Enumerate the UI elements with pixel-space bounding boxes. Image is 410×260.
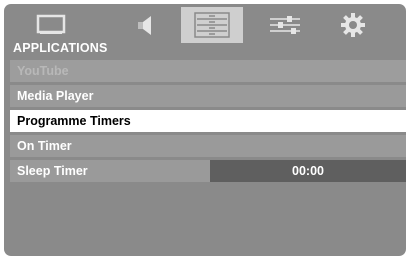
menu-item-media-player[interactable]: Media Player: [10, 85, 406, 107]
list-icon: [194, 12, 230, 38]
sliders-icon: [270, 16, 300, 34]
tab-settings[interactable]: [322, 7, 384, 43]
menu-item-label: On Timer: [17, 139, 72, 153]
gear-icon: [341, 13, 365, 37]
menu-item-on-timer[interactable]: On Timer: [10, 135, 406, 157]
tv-screen-icon: [36, 14, 66, 34]
section-title: APPLICATIONS: [13, 41, 108, 55]
tab-sound[interactable]: [114, 7, 176, 43]
menu-item-programme-timers[interactable]: Programme Timers: [10, 110, 406, 132]
tab-setup[interactable]: [254, 7, 316, 43]
menu-item-label: Sleep Timer: [17, 164, 88, 178]
menu-item-sleep-timer[interactable]: Sleep Timer 00:00: [10, 160, 406, 182]
sleep-timer-value[interactable]: 00:00: [210, 160, 406, 182]
menu-item-youtube[interactable]: YouTube: [10, 60, 406, 82]
tab-bar: [4, 4, 406, 44]
applications-menu: YouTube Media Player Programme Timers On…: [10, 60, 406, 185]
menu-screen: APPLICATIONS YouTube Media Player Progra…: [4, 4, 406, 256]
tab-applications[interactable]: [181, 7, 243, 43]
speaker-icon: [138, 16, 151, 35]
menu-item-label: Programme Timers: [17, 114, 131, 128]
menu-item-label: YouTube: [17, 64, 69, 78]
menu-item-label: Media Player: [17, 89, 94, 103]
tab-picture[interactable]: [20, 7, 82, 43]
